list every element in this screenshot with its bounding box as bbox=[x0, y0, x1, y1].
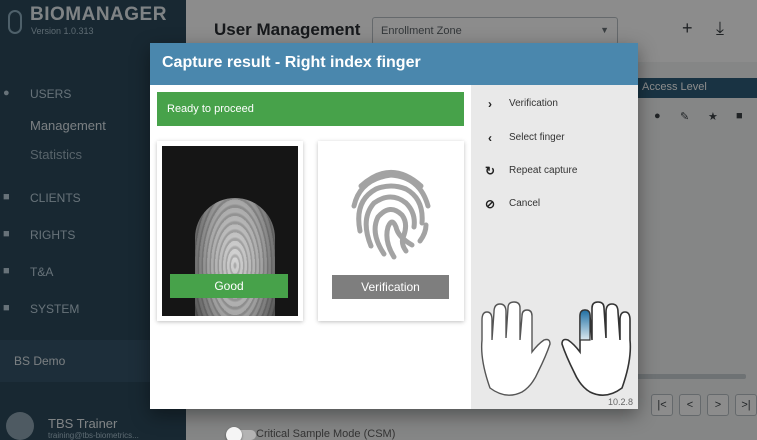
captured-image-card: Good bbox=[157, 141, 303, 321]
menu-select-finger[interactable]: ‹ Select finger bbox=[481, 129, 631, 149]
menu-label: Cancel bbox=[509, 198, 541, 209]
chevron-left-icon: ‹ bbox=[488, 131, 492, 145]
dialog-title: Capture result - Right index finger bbox=[162, 54, 421, 71]
cancel-icon: ⊘ bbox=[484, 197, 496, 211]
version-label: 10.2.8 bbox=[608, 397, 634, 407]
menu-repeat-capture[interactable]: ↻ Repeat capture bbox=[481, 162, 631, 182]
action-panel: › Verification ‹ Select finger ↻ Repeat … bbox=[471, 85, 638, 409]
selected-finger-highlight bbox=[579, 309, 591, 341]
hand-selector[interactable] bbox=[476, 300, 636, 400]
capture-result-dialog: Capture result - Right index finger Read… bbox=[150, 43, 638, 440]
verification-card: Verification bbox=[318, 141, 464, 321]
csm-toggle-knob[interactable] bbox=[226, 427, 242, 440]
right-hand-icon[interactable] bbox=[561, 301, 632, 396]
repeat-icon: ↻ bbox=[484, 164, 496, 178]
menu-cancel[interactable]: ⊘ Cancel bbox=[481, 195, 631, 215]
menu-label: Verification bbox=[509, 98, 558, 109]
quality-good-button[interactable]: Good bbox=[170, 274, 288, 298]
menu-label: Select finger bbox=[509, 132, 565, 143]
verification-label-button[interactable]: Verification bbox=[332, 275, 449, 299]
csm-label: Critical Sample Mode (CSM) bbox=[256, 428, 396, 440]
fingerprint-icon bbox=[351, 170, 431, 260]
chevron-right-icon: › bbox=[488, 97, 492, 111]
status-text: Ready to proceed bbox=[167, 103, 254, 115]
status-badge: Ready to proceed bbox=[157, 92, 464, 126]
menu-verification[interactable]: › Verification bbox=[481, 95, 631, 115]
capture-panel: Ready to proceed Good Verification Criti… bbox=[150, 85, 471, 440]
dialog-header: Capture result - Right index finger bbox=[150, 43, 638, 85]
left-hand-icon[interactable] bbox=[480, 301, 551, 396]
fingerprint-ridges bbox=[195, 198, 275, 316]
menu-label: Repeat capture bbox=[509, 165, 578, 176]
